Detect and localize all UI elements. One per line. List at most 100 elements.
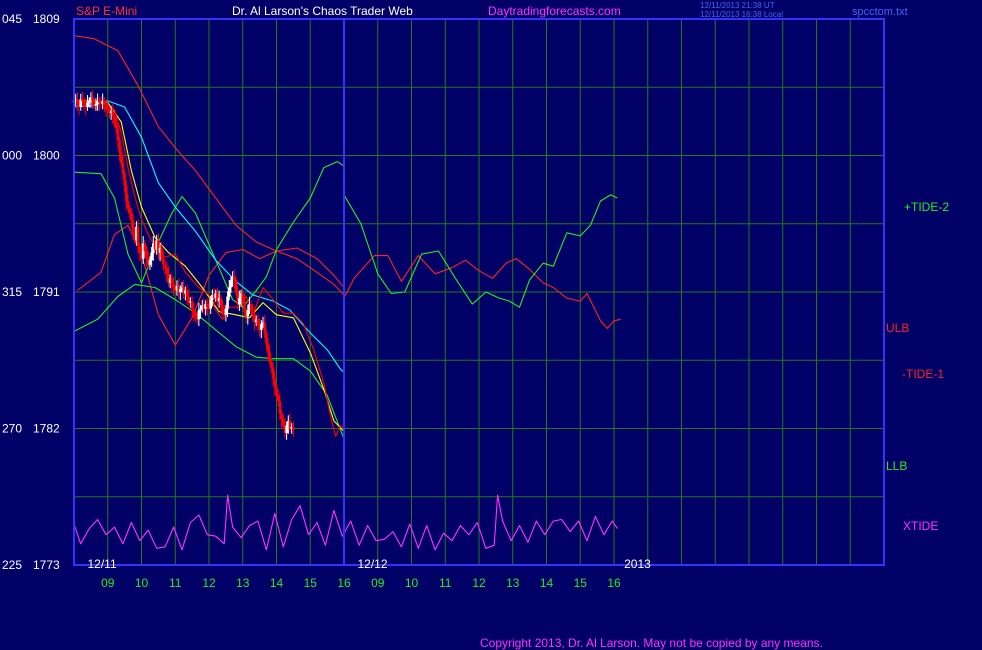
x-tick-label: 15 xyxy=(304,576,318,590)
x-tick-label: 11 xyxy=(439,576,452,590)
candle-body xyxy=(270,361,273,368)
candle-body xyxy=(136,226,140,247)
x-tick-label: 16 xyxy=(607,576,621,590)
symbol-label: S&P E-Mini xyxy=(76,4,137,18)
candle-body xyxy=(266,343,270,353)
candle-body xyxy=(280,413,283,420)
x-tick-label: 09 xyxy=(371,576,385,590)
candle-body xyxy=(98,100,101,103)
candle-body xyxy=(273,378,277,388)
candle-body xyxy=(227,287,231,297)
candle-body xyxy=(111,111,115,117)
legend-label: -TIDE-1 xyxy=(902,367,944,381)
x-tick-label: 12 xyxy=(202,576,216,590)
candle-body xyxy=(82,100,86,104)
candle-body xyxy=(275,387,278,396)
candle-body xyxy=(131,220,135,232)
x-tick-label: 13 xyxy=(236,576,250,590)
site-link[interactable]: Daytradingforecasts.com xyxy=(488,4,621,18)
data-file-name: spcctom.txt xyxy=(852,6,908,18)
candle-body xyxy=(86,102,89,107)
candle-body xyxy=(106,108,110,110)
chart-title: Dr. Al Larson's Chaos Trader Web xyxy=(232,4,413,18)
date-label: 2013 xyxy=(624,557,651,571)
candle-body xyxy=(241,293,245,302)
candle-body xyxy=(278,401,282,414)
candle-body xyxy=(143,243,147,252)
candle-body xyxy=(209,299,212,309)
candle-body xyxy=(265,332,268,344)
x-tick-label: 10 xyxy=(405,576,419,590)
legend-label: XTIDE xyxy=(903,519,938,533)
candle-body xyxy=(145,251,148,259)
candle-body xyxy=(148,260,152,265)
candle-body xyxy=(192,310,196,314)
timestamp-local: 12/11/2013 16:38 Local xyxy=(700,10,783,19)
candle-body xyxy=(199,308,202,311)
candle-body xyxy=(113,116,116,124)
candle-body xyxy=(138,246,142,253)
candle-body xyxy=(256,319,260,326)
legend-label: LLB xyxy=(886,459,907,473)
candle-body xyxy=(281,419,285,426)
candle-body xyxy=(276,395,280,402)
x-tick-label: 09 xyxy=(101,576,115,590)
x-tick-label: 16 xyxy=(337,576,351,590)
candle-body xyxy=(125,185,128,201)
candle-body xyxy=(249,304,253,311)
candle-body xyxy=(243,301,246,312)
y-tick-label-right: 1809 xyxy=(33,12,60,26)
y-tick-label-left: 045 xyxy=(2,12,22,26)
candle-body xyxy=(271,367,275,379)
candle-body xyxy=(172,284,175,288)
candle-body xyxy=(219,298,223,306)
candle-body xyxy=(170,278,174,285)
x-tick-label: 12 xyxy=(472,576,486,590)
timestamp-utc: 12/11/2013 21:38 UT xyxy=(700,1,775,10)
candle-body xyxy=(179,288,182,292)
x-tick-label: 15 xyxy=(574,576,588,590)
candle-body xyxy=(233,276,236,280)
candle-body xyxy=(119,152,123,164)
candle-body xyxy=(234,279,238,292)
candle-body xyxy=(118,140,121,153)
x-tick-label: 14 xyxy=(270,576,284,590)
candle-body xyxy=(165,267,169,274)
candle-body xyxy=(251,310,255,315)
date-label: 12/12 xyxy=(358,557,388,571)
y-tick-label-left: 000 xyxy=(2,149,22,163)
candle-body xyxy=(103,100,106,106)
candle-body xyxy=(104,105,108,109)
candle-body xyxy=(185,290,189,297)
x-tick-label: 14 xyxy=(540,576,554,590)
candle-body xyxy=(224,308,228,315)
candle-body xyxy=(285,425,288,434)
legend-label: ULB xyxy=(886,321,909,335)
candle-body xyxy=(76,99,79,104)
y-tick-label-right: 1773 xyxy=(33,558,60,572)
legend-label: +TIDE-2 xyxy=(904,200,949,214)
y-tick-label-right: 1782 xyxy=(33,422,60,436)
candle-body xyxy=(260,323,263,330)
candle-body xyxy=(126,201,130,209)
y-tick-label-left: 225 xyxy=(2,558,22,572)
candle-body xyxy=(94,103,98,106)
candle-body xyxy=(263,322,266,333)
x-tick-label: 11 xyxy=(169,576,182,590)
candle-body xyxy=(123,173,126,186)
candle-body xyxy=(163,264,167,268)
candle-body xyxy=(114,123,118,129)
y-tick-label-right: 1791 xyxy=(33,285,60,299)
y-tick-label-left: 315 xyxy=(2,285,22,299)
candle-body xyxy=(130,213,133,221)
candle-body xyxy=(116,128,120,141)
candle-body xyxy=(197,310,201,320)
chart-canvas: 045 1809 000 1800 315 1791 270 1782 225 1773 09 10 1… xyxy=(0,0,982,650)
candle-body xyxy=(194,313,197,318)
y-tick-label-left: 270 xyxy=(2,422,22,436)
candle-body xyxy=(246,310,250,317)
copyright-notice: Copyright 2013, Dr. Al Larson. May not b… xyxy=(480,636,823,650)
x-tick-label: 13 xyxy=(506,576,520,590)
candle-body xyxy=(221,305,224,312)
candle-body xyxy=(91,97,94,101)
